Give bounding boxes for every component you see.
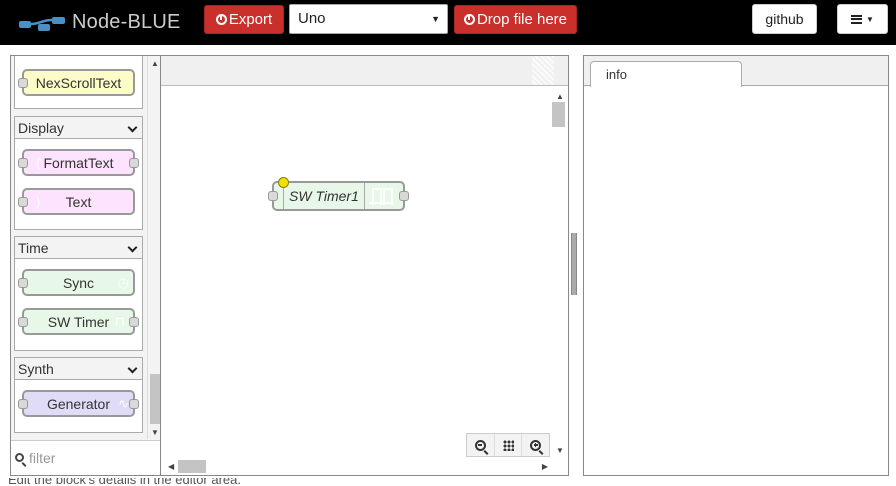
scroll-left-icon[interactable]: ◀	[168, 462, 174, 471]
app-header: Node-BLUE Export Uno ▼ Drop file here gi…	[0, 0, 896, 45]
caret-down-icon: ▼	[866, 14, 874, 24]
footer-text-clipped: Edit the block's details in the editor a…	[0, 478, 896, 486]
app-logo: Node-BLUE	[18, 8, 181, 36]
palette-node-label: Text	[65, 193, 92, 210]
power-icon	[463, 14, 475, 25]
panel-splitter[interactable]	[571, 233, 577, 295]
palette-category-partial: NexScrollText	[14, 56, 143, 109]
scroll-right-icon[interactable]: ▶	[542, 462, 548, 471]
node-status-indicator	[278, 177, 289, 188]
category-header-display[interactable]: Display	[15, 117, 142, 139]
palette-node-sw-timer[interactable]: SW Timer ⊓	[18, 308, 139, 335]
category-title: Display	[18, 120, 64, 136]
github-button[interactable]: github	[752, 4, 817, 34]
palette-node-generator[interactable]: Generator ∿	[18, 390, 139, 417]
palette-node-nexscrolltext[interactable]: NexScrollText	[18, 69, 135, 96]
workspace-vertical-scrollbar[interactable]: ▲ ▼	[551, 86, 568, 459]
scroll-up-icon[interactable]: ▲	[151, 59, 159, 68]
zoom-out-button[interactable]	[467, 434, 495, 456]
chevron-down-icon	[127, 363, 138, 374]
clock-icon: ◷	[117, 274, 129, 290]
zoom-in-icon	[530, 439, 542, 451]
hamburger-menu-icon	[851, 14, 863, 24]
palette-category-synth: Synth Generator ∿	[14, 357, 143, 433]
sine-wave-icon: ∿	[118, 395, 129, 411]
node-divider	[364, 183, 365, 209]
output-port[interactable]	[399, 191, 409, 201]
palette-node-formattext[interactable]: { FormatText	[18, 149, 139, 176]
pulse-icon: ⊓	[114, 313, 125, 329]
signal-icon: )	[36, 194, 41, 209]
chevron-down-icon	[127, 242, 138, 253]
github-button-label: github	[765, 11, 804, 27]
input-port	[18, 399, 28, 409]
export-button-label: Export	[228, 11, 273, 28]
flow-workspace[interactable]: SW Timer1 ▲ ▼ ◀ ▶	[160, 55, 569, 476]
flow-node-sw-timer1[interactable]: SW Timer1	[268, 177, 409, 211]
zoom-reset-button[interactable]	[495, 434, 523, 456]
palette-node-text[interactable]: ) Text	[18, 188, 135, 215]
palette-node-label: Sync	[62, 274, 95, 291]
input-port	[18, 278, 28, 288]
input-port[interactable]	[268, 191, 278, 201]
chevron-down-icon	[127, 122, 138, 133]
zoom-out-icon	[474, 439, 486, 451]
palette-node-label: NexScrollText	[35, 74, 122, 91]
palette-node-label: SW Timer	[47, 313, 110, 330]
scroll-up-icon[interactable]: ▲	[556, 92, 564, 101]
input-port	[18, 317, 28, 327]
zoom-controls	[466, 433, 550, 457]
info-sidebar: info	[583, 55, 889, 476]
workspace-horizontal-scrollbar[interactable]: ◀ ▶	[161, 458, 553, 475]
flow-node-label: SW Timer1	[289, 188, 359, 204]
palette-node-label: Generator	[46, 395, 111, 412]
scrollbar-thumb[interactable]	[552, 102, 565, 127]
palette-scrollbar[interactable]: ▲ ▼	[147, 56, 160, 439]
node-blue-logo-icon	[19, 17, 65, 31]
workspace-tab-bar	[161, 56, 568, 86]
zoom-reset-icon	[502, 439, 514, 451]
palette-category-display: Display { FormatText ) Text	[14, 116, 143, 230]
zoom-in-button[interactable]	[522, 434, 549, 456]
palette-node-label: FormatText	[43, 154, 114, 171]
app-title: Node-BLUE	[72, 10, 181, 33]
output-port	[129, 158, 139, 168]
category-header-time[interactable]: Time	[15, 237, 142, 259]
palette-node-sync[interactable]: Sync ◷	[18, 269, 135, 296]
category-header-synth[interactable]: Synth	[15, 358, 142, 380]
scroll-down-icon[interactable]: ▼	[151, 428, 159, 437]
caret-down-icon: ▼	[431, 14, 440, 24]
tab-bar-fade	[532, 56, 554, 85]
main-menu-button[interactable]: ▼	[837, 4, 888, 34]
input-port	[18, 78, 28, 88]
drop-file-button[interactable]: Drop file here	[454, 5, 577, 34]
palette-category-time: Time Sync ◷ SW Timer ⊓	[14, 236, 143, 351]
category-title: Time	[18, 240, 49, 256]
board-select-value: Uno	[298, 10, 326, 27]
tab-info[interactable]: info	[590, 61, 742, 87]
category-title: Synth	[18, 361, 54, 377]
board-select[interactable]: Uno ▼	[289, 4, 448, 34]
power-icon	[215, 14, 227, 25]
output-port	[129, 317, 139, 327]
scrollbar-thumb[interactable]	[178, 460, 206, 473]
filter-placeholder: filter	[29, 450, 56, 466]
input-port	[18, 158, 28, 168]
footer-text: Edit the block's details in the editor a…	[8, 478, 242, 486]
drop-file-label: Drop file here	[476, 11, 568, 28]
node-palette: NexScrollText Display { FormatText ) Tex…	[10, 55, 161, 476]
pulse-wave-icon	[369, 188, 393, 205]
scroll-down-icon[interactable]: ▼	[556, 446, 564, 455]
search-icon	[15, 452, 24, 462]
palette-filter-input[interactable]: filter	[11, 440, 160, 475]
input-port	[18, 197, 28, 207]
tab-info-label: info	[606, 67, 627, 82]
output-port	[129, 399, 139, 409]
export-button[interactable]: Export	[204, 5, 284, 34]
format-icon: {	[36, 155, 41, 170]
sidebar-tab-bar: info	[584, 56, 888, 87]
